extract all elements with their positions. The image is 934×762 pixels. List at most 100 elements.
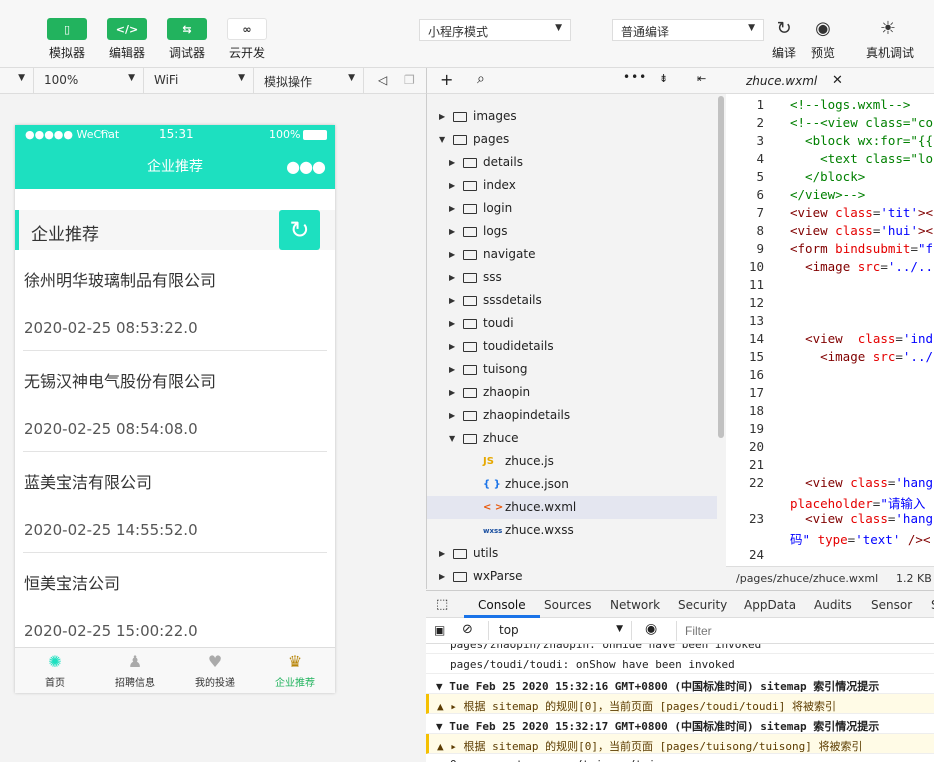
code-line[interactable]: <!--logs.wxml--> [790, 97, 910, 112]
console-group-header[interactable]: ▼ Tue Feb 25 2020 15:32:17 GMT+0800 (中国标… [426, 714, 934, 734]
code-line[interactable]: <!--<view class="co [790, 115, 933, 130]
chevron-right-icon[interactable]: ▶ [439, 565, 445, 588]
code-line[interactable]: <view class='hui'>< [790, 223, 933, 238]
mode-select[interactable]: 小程序模式 ▼ [419, 19, 571, 41]
preview-button[interactable]: ◉ 预览 [803, 18, 843, 61]
more-icon[interactable]: ●●● [286, 145, 326, 189]
code-line[interactable]: placeholder="请输入 [790, 493, 925, 512]
sort-icon[interactable]: ⇟ [659, 72, 668, 85]
console-group-header[interactable]: ▼ Tue Feb 25 2020 15:32:16 GMT+0800 (中国标… [426, 674, 934, 694]
debugger-button[interactable]: ⇆ 调试器 [154, 18, 220, 61]
tree-scrollbar[interactable] [718, 96, 724, 438]
tab-sources[interactable]: Sources [544, 598, 591, 612]
add-icon[interactable]: + [440, 70, 453, 89]
chevron-down-icon[interactable]: ▼ [439, 128, 445, 151]
context-select[interactable]: top ▼ [488, 621, 632, 640]
code-line[interactable]: </view>--> [790, 187, 865, 202]
tab-console[interactable]: Console [478, 598, 526, 612]
tree-file[interactable]: JS zhuce.js [427, 450, 717, 473]
code-line[interactable]: <image src='../ [790, 349, 933, 364]
console-warning[interactable]: ▲ ▸ 根据 sitemap 的规则[0]，当前页面 [pages/toudi/… [426, 694, 934, 714]
tab-network[interactable]: Network [610, 598, 660, 612]
tab-jobs[interactable]: ♟ 招聘信息 [95, 648, 175, 694]
tree-folder[interactable]: ▶ wxParse [427, 565, 717, 588]
code-line[interactable]: </block> [790, 169, 865, 184]
compile-button[interactable]: ↻ 编译 [764, 18, 804, 61]
close-icon[interactable]: ✕ [832, 73, 843, 88]
tree-folder[interactable]: ▶ tuisong [427, 358, 717, 381]
chevron-right-icon[interactable]: ▶ [449, 289, 455, 312]
network-select[interactable]: WiFi ▼ [144, 68, 254, 94]
chevron-down-icon[interactable]: ▼ [449, 427, 455, 450]
editor-tab-title[interactable]: zhuce.wxml [746, 74, 817, 88]
tab-security[interactable]: Security [678, 598, 727, 612]
code-editor[interactable]: 1 <!--logs.wxml--> 2 <!--<view class="co 3 <… [726, 94, 934, 566]
tree-folder[interactable]: ▶ utils [427, 542, 717, 565]
compile-select[interactable]: 普通编译 ▼ [612, 19, 764, 41]
editor-button[interactable]: </> 编辑器 [94, 18, 160, 61]
list-item[interactable]: 徐州明华玻璃制品有限公司 2020-02-25 08:53:22.0 [23, 250, 327, 351]
list-item[interactable]: 无锡汉神电气股份有限公司 2020-02-25 08:54:08.0 [23, 351, 327, 452]
tree-folder[interactable]: ▼ pages [427, 128, 717, 151]
tree-folder[interactable]: ▶ sssdetails [427, 289, 717, 312]
chevron-right-icon[interactable]: ▶ [449, 358, 455, 381]
chevron-right-icon[interactable]: ▶ [439, 542, 445, 565]
chevron-right-icon[interactable]: ▶ [449, 312, 455, 335]
chevron-right-icon[interactable]: ▶ [449, 174, 455, 197]
collapse-icon[interactable]: ⇤ [697, 72, 706, 85]
cloud-dev-button[interactable]: ∞ 云开发 [214, 18, 280, 61]
sidebar-toggle-icon[interactable]: ▣ [434, 623, 445, 637]
tab-sensor[interactable]: Sensor [871, 598, 912, 612]
tab-deliveries[interactable]: ♥ 我的投递 [175, 648, 255, 694]
tree-folder[interactable]: ▶ navigate [427, 243, 717, 266]
refresh-button[interactable]: ↻ [279, 210, 320, 250]
search-icon[interactable]: ⌕ [477, 71, 485, 87]
list-item[interactable]: 恒美宝洁公司 2020-02-25 15:00:22.0 [23, 553, 327, 654]
tree-folder[interactable]: ▶ sss [427, 266, 717, 289]
chevron-right-icon[interactable]: ▶ [449, 220, 455, 243]
real-device-debug-button[interactable]: ☀ 真机调试 [866, 18, 914, 61]
eye-icon[interactable]: ◉ [645, 621, 657, 637]
tree-folder[interactable]: ▶ images [427, 105, 717, 128]
inspect-icon[interactable]: ⬚ [436, 597, 448, 612]
tree-folder[interactable]: ▶ toudidetails [427, 335, 717, 358]
tree-file[interactable]: { } zhuce.json [427, 473, 717, 496]
code-line[interactable]: <view class='hang [790, 475, 933, 490]
tree-folder[interactable]: ▶ zhaopin [427, 381, 717, 404]
operation-select[interactable]: 模拟操作 ▼ [254, 68, 364, 94]
tab-recommend[interactable]: ♛ 企业推荐 [255, 648, 335, 694]
tab-appdata[interactable]: AppData [744, 598, 796, 612]
device-select[interactable]: ▼ [0, 68, 34, 94]
tree-folder[interactable]: ▶ login [427, 197, 717, 220]
tab-audits[interactable]: Audits [814, 598, 852, 612]
console-filter-input[interactable] [676, 621, 926, 641]
clear-console-icon[interactable]: ⊘ [462, 622, 473, 637]
code-line[interactable]: <image src='../.. [790, 259, 933, 274]
detach-button[interactable]: ❐ [394, 68, 424, 94]
chevron-right-icon[interactable]: ▶ [449, 243, 455, 266]
tree-folder[interactable]: ▶ details [427, 151, 717, 174]
code-line[interactable]: <view class='hang [790, 511, 933, 526]
code-line[interactable]: <view class='ind [790, 331, 933, 346]
code-line[interactable]: <text class="lo [790, 151, 933, 166]
chevron-right-icon[interactable]: ▶ [449, 197, 455, 220]
chevron-right-icon[interactable]: ▶ [449, 335, 455, 358]
chevron-right-icon[interactable]: ▶ [449, 381, 455, 404]
more-icon[interactable]: ••• [623, 70, 647, 84]
code-line[interactable]: <form bindsubmit="f [790, 241, 933, 256]
tab-home[interactable]: ✺ 首页 [15, 648, 95, 694]
tree-file[interactable]: wxss zhuce.wxss [427, 519, 717, 542]
chevron-right-icon[interactable]: ▶ [439, 105, 445, 128]
tree-folder[interactable]: ▼ zhuce [427, 427, 717, 450]
tree-file[interactable]: < > zhuce.wxml [427, 496, 717, 519]
chevron-right-icon[interactable]: ▶ [449, 404, 455, 427]
simulator-button[interactable]: ▯ 模拟器 [34, 18, 100, 61]
mute-button[interactable]: ◁ [368, 68, 394, 94]
tree-folder[interactable]: ▶ toudi [427, 312, 717, 335]
tree-folder[interactable]: ▶ logs [427, 220, 717, 243]
code-line[interactable]: 码" type='text' />< [790, 529, 930, 548]
zoom-select[interactable]: 100% ▼ [34, 68, 144, 94]
list-item[interactable]: 蓝美宝洁有限公司 2020-02-25 14:55:52.0 [23, 452, 327, 553]
tree-folder[interactable]: ▶ index [427, 174, 717, 197]
tree-folder[interactable]: ▶ zhaopindetails [427, 404, 717, 427]
